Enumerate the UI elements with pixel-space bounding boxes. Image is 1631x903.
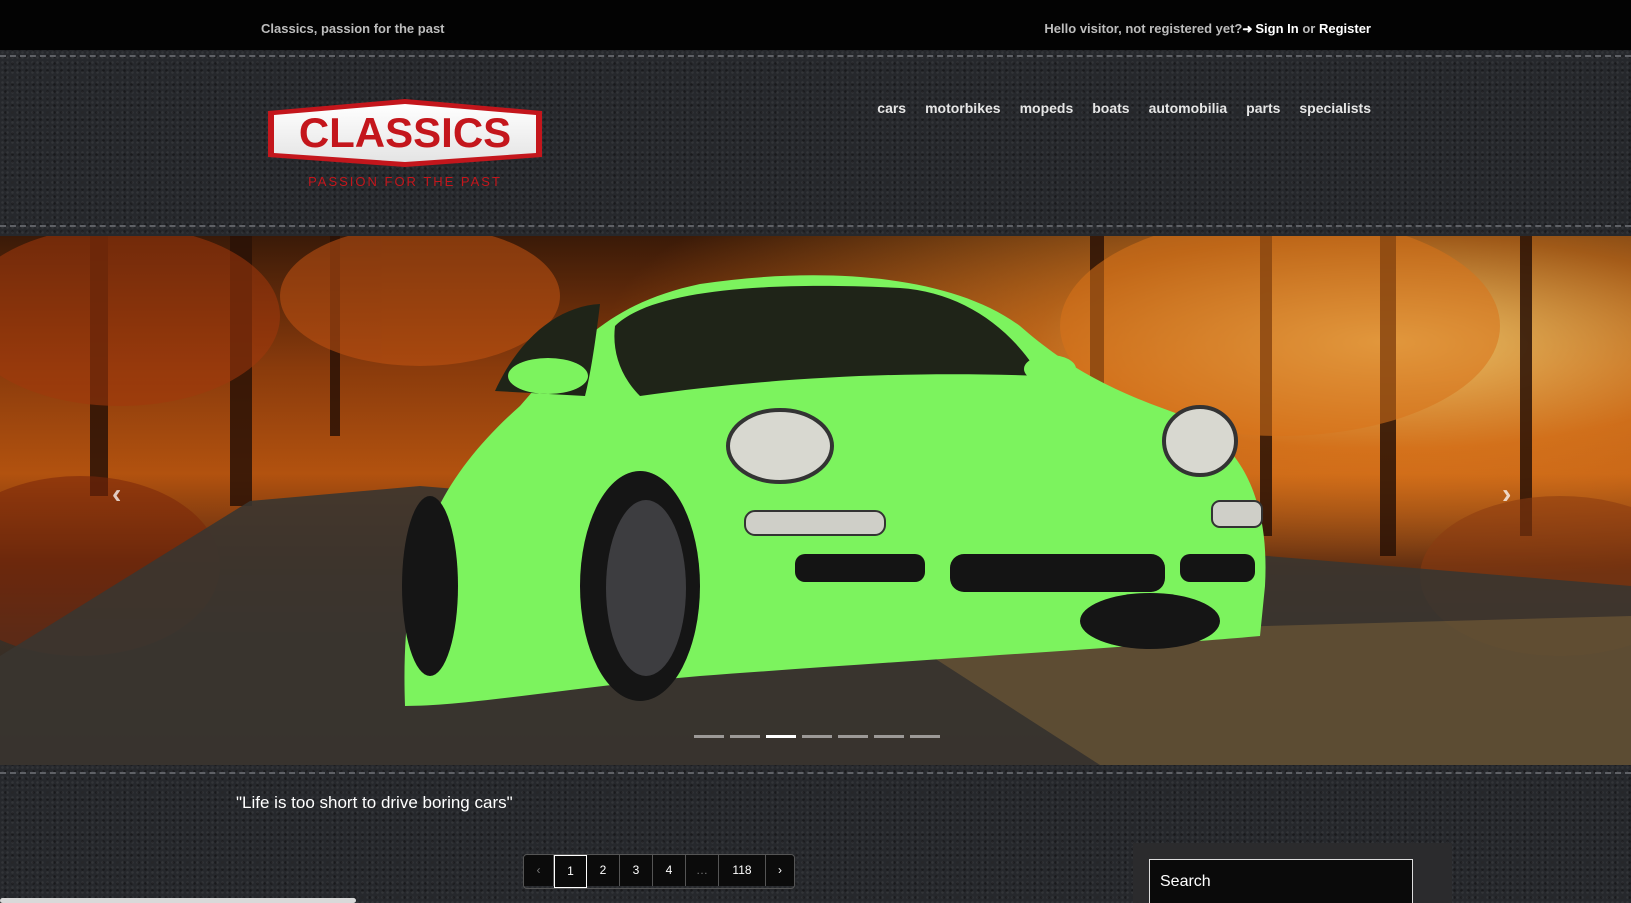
pagination-last-page[interactable]: 118 — [719, 855, 766, 886]
account-greeting: Hello visitor, not registered yet?➜ Sign … — [1044, 21, 1371, 36]
nav-item-specialists[interactable]: specialists — [1299, 100, 1371, 116]
carousel-indicator[interactable] — [838, 735, 868, 738]
header-stitch-bottom — [0, 225, 1631, 227]
register-link[interactable]: Register — [1319, 21, 1371, 36]
pagination-page[interactable]: 4 — [653, 855, 686, 886]
carousel-indicator[interactable] — [694, 735, 724, 738]
hero-image — [0, 236, 1631, 765]
sign-in-icon: ➜ — [1242, 22, 1253, 36]
nav-item-boats[interactable]: boats — [1092, 100, 1129, 116]
carousel-indicator[interactable] — [730, 735, 760, 738]
or-text: or — [1302, 21, 1316, 36]
nav-item-cars[interactable]: cars — [877, 100, 906, 116]
logo-title: CLASSICS — [299, 109, 511, 156]
carousel-indicator[interactable] — [802, 735, 832, 738]
header-stitch-top — [0, 55, 1631, 57]
carousel-prev-icon[interactable]: ‹ — [112, 478, 121, 510]
hero-carousel[interactable]: ‹ › — [0, 236, 1631, 765]
nav-item-mopeds[interactable]: mopeds — [1020, 100, 1074, 116]
site-header — [0, 50, 1631, 236]
nav-item-motorbikes[interactable]: motorbikes — [925, 100, 1000, 116]
nav-item-automobilia[interactable]: automobilia — [1149, 100, 1228, 116]
pagination-page[interactable]: 3 — [620, 855, 653, 886]
pagination-ellipsis: … — [686, 855, 719, 886]
carousel-next-icon[interactable]: › — [1502, 478, 1511, 510]
carousel-indicator[interactable] — [910, 735, 940, 738]
pagination-prev[interactable]: ‹ — [524, 855, 554, 886]
sign-in-link[interactable]: Sign In — [1255, 21, 1298, 36]
carousel-indicators — [694, 735, 946, 738]
greeting-text: Hello visitor, not registered yet? — [1044, 21, 1243, 36]
horizontal-scrollbar[interactable] — [0, 898, 356, 903]
site-tagline: Classics, passion for the past — [261, 21, 445, 36]
carousel-indicator[interactable] — [874, 735, 904, 738]
pagination: ‹ 1 2 3 4 … 118 › — [523, 854, 795, 889]
top-bar: Classics, passion for the past Hello vis… — [0, 0, 1631, 50]
nav-item-parts[interactable]: parts — [1246, 100, 1280, 116]
pagination-page[interactable]: 2 — [587, 855, 620, 886]
carousel-indicator-active[interactable] — [766, 735, 796, 738]
search-input[interactable] — [1149, 859, 1413, 903]
pagination-page[interactable]: 1 — [554, 855, 587, 888]
tagline-quote: "Life is too short to drive boring cars" — [236, 793, 513, 812]
main-nav: cars motorbikes mopeds boats automobilia… — [858, 100, 1371, 116]
content-stitch — [0, 772, 1631, 774]
logo-subtitle: PASSION FOR THE PAST — [308, 174, 502, 189]
pagination-next[interactable]: › — [766, 855, 794, 886]
classics-logo[interactable]: CLASSICS PASSION FOR THE PAST — [268, 99, 542, 191]
